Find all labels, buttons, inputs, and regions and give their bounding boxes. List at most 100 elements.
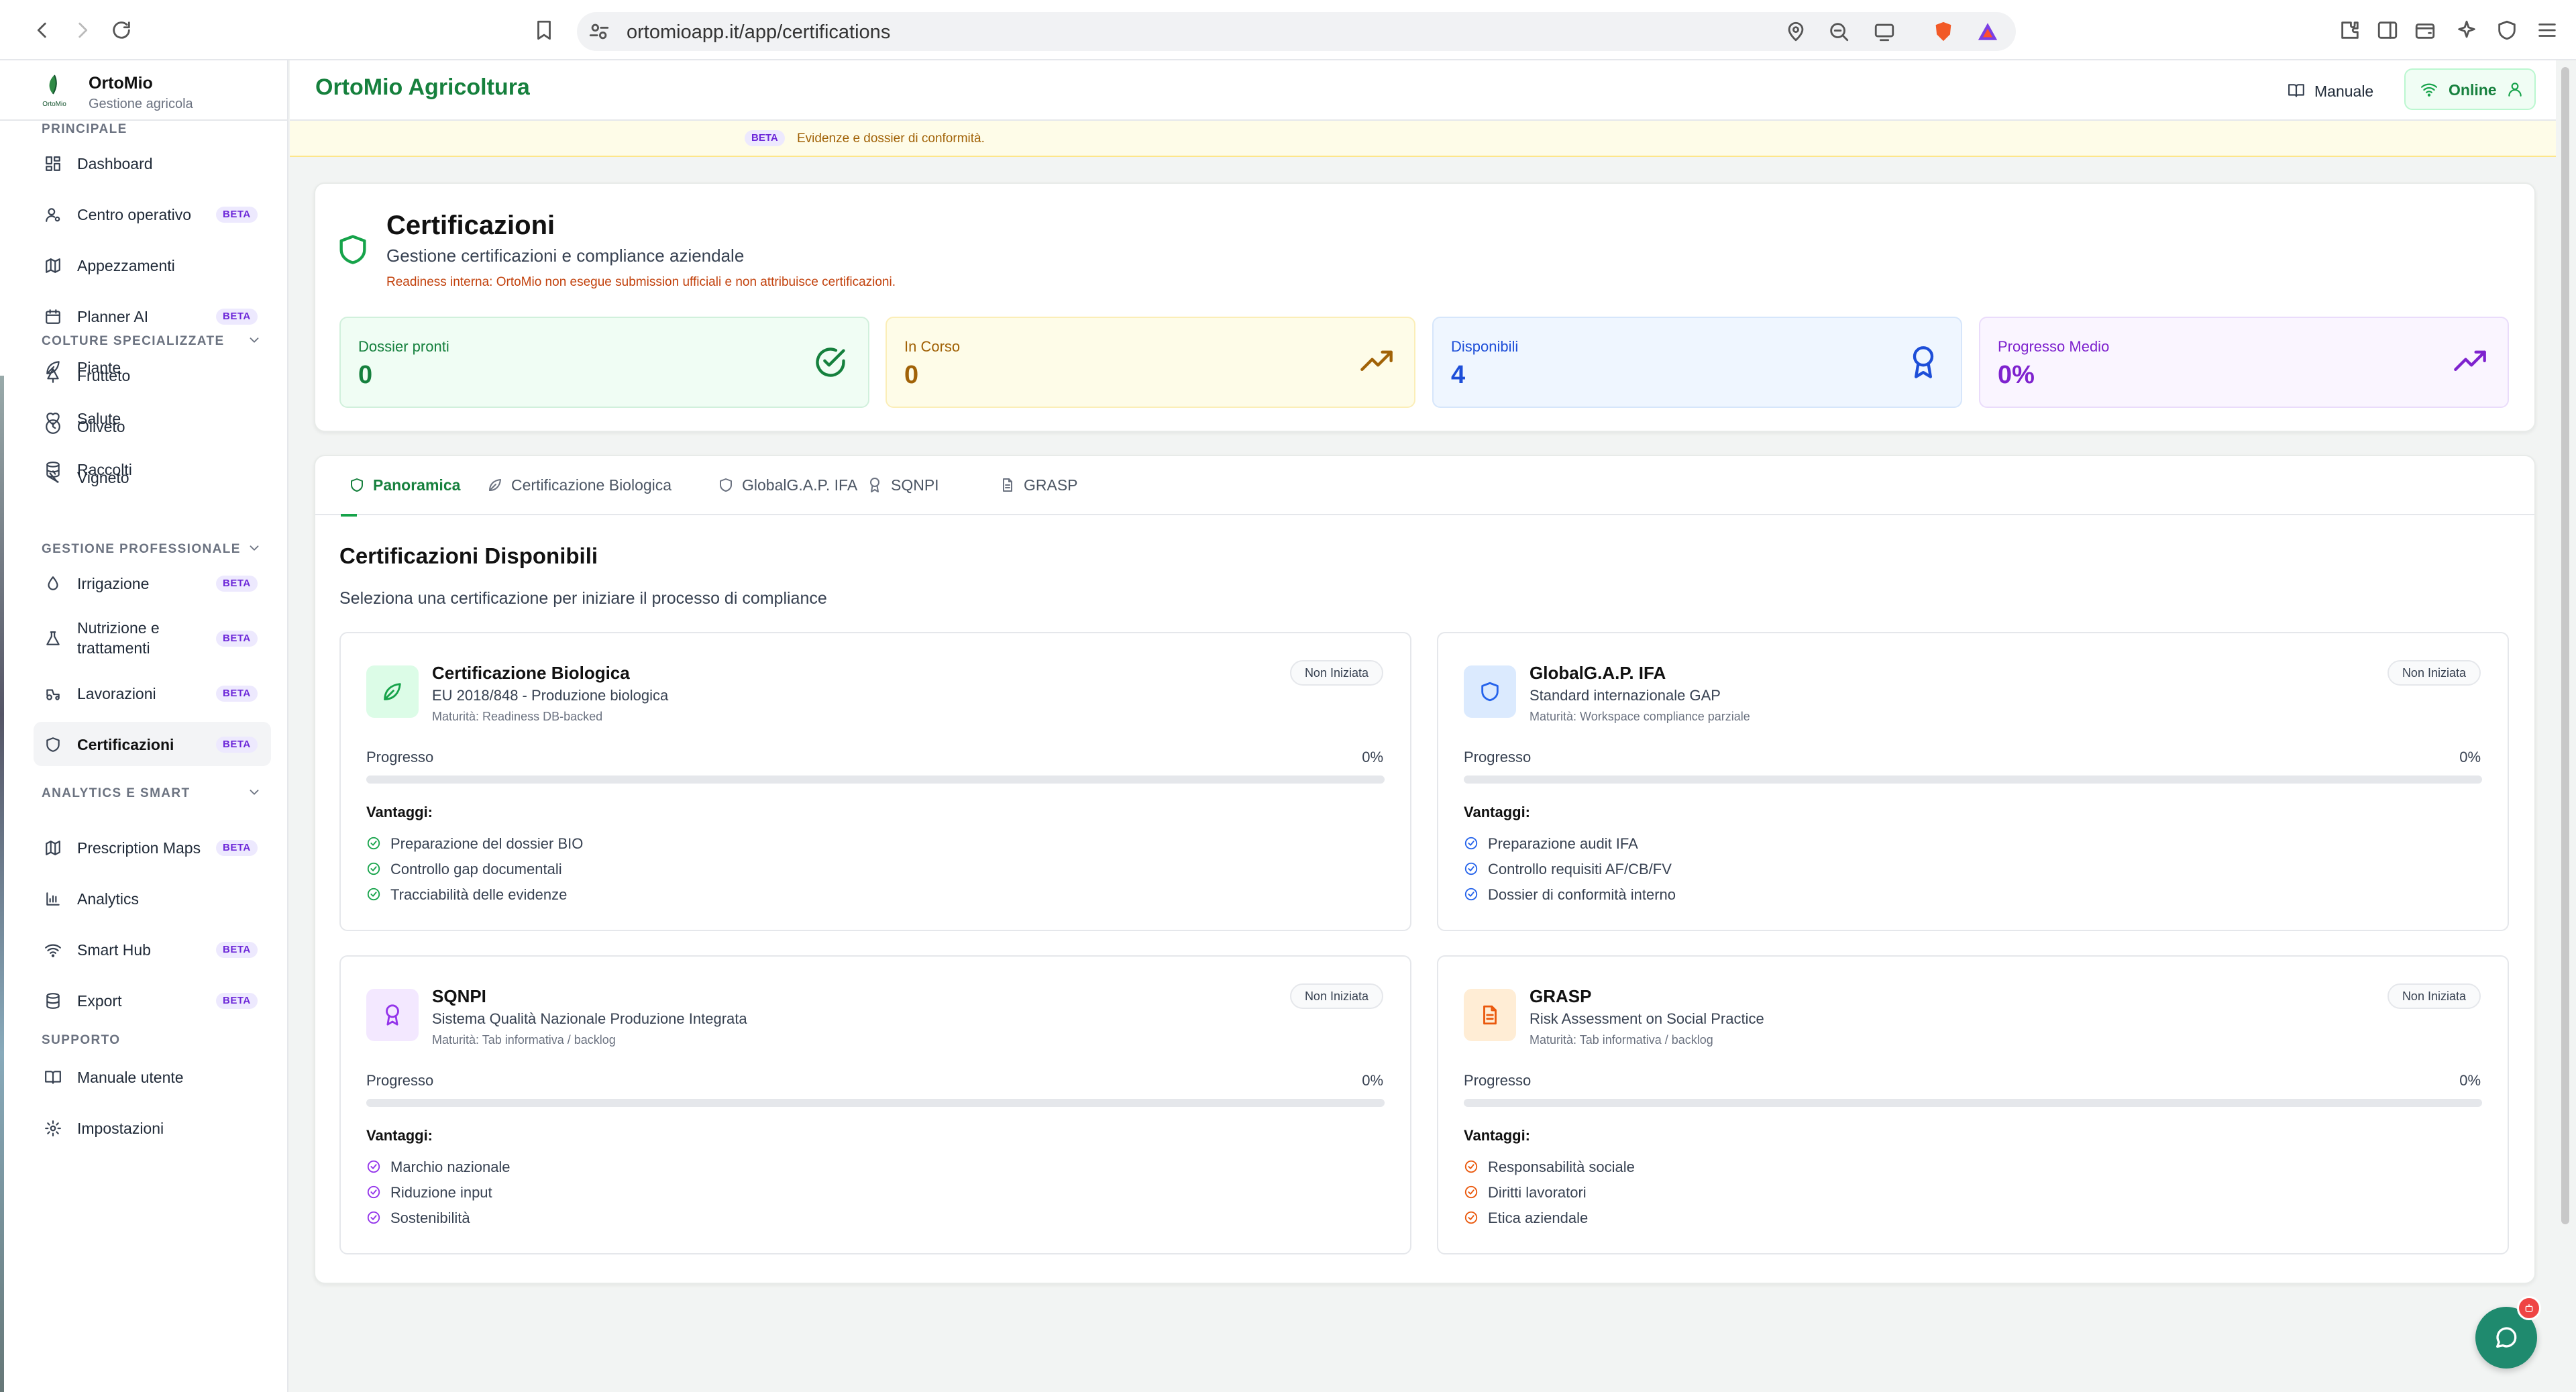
award-icon — [381, 1004, 404, 1026]
menu-icon[interactable] — [2536, 19, 2559, 42]
status-badge: Non Iniziata — [1289, 983, 1383, 1009]
sidebar-item-frutteto[interactable]: Frutteto — [34, 353, 271, 397]
user-cog-icon — [44, 206, 62, 223]
banner-text: Evidenze e dossier di conformità. — [797, 131, 985, 146]
check-circle-icon — [1464, 836, 1479, 851]
sidebar-item-export[interactable]: Export BETA — [34, 978, 271, 1022]
sidebar-toggle-icon[interactable] — [2376, 19, 2399, 42]
brand-subtitle: Gestione agricola — [89, 97, 193, 111]
sidebar-item-label: Irrigazione — [77, 575, 150, 592]
url-text[interactable]: ortomioapp.it/app/certifications — [627, 21, 890, 44]
sidebar-item-smart-hub[interactable]: Smart Hub BETA — [34, 927, 271, 971]
main-content: OrtoMio Agricoltura Manuale Online BETA … — [290, 60, 2556, 1392]
reload-icon[interactable] — [110, 19, 133, 42]
sidebar-section-title[interactable]: COLTURE SPECIALIZZATE — [42, 334, 225, 349]
tab-label: GlobalG.A.P. IFA — [742, 476, 858, 494]
certification-description: Sistema Qualità Nazionale Produzione Int… — [432, 1010, 747, 1027]
brand-name: OrtoMio — [89, 74, 153, 93]
chevron-down-icon[interactable] — [247, 541, 262, 555]
rewards-icon[interactable] — [1976, 20, 1999, 43]
file-icon — [1000, 477, 1016, 493]
check-circle-icon — [366, 836, 381, 851]
sidebar-item-certificazioni[interactable]: Certificazioni BETA — [34, 722, 271, 766]
sidebar-item-label: Nutrizione e trattamenti — [77, 619, 160, 657]
sidebar-section-title: SUPPORTO — [42, 1033, 121, 1047]
brand[interactable]: OrtoMio OrtoMio Gestione agricola — [0, 60, 287, 121]
sidebar-item-label: Lavorazioni — [77, 685, 156, 702]
tab-bar: Panoramica Certificazione Biologica Global… — [315, 456, 2534, 517]
page-scrollbar[interactable] — [2561, 67, 2569, 1224]
leo-ai-icon[interactable] — [2455, 19, 2478, 42]
section-title: Certificazioni Disponibili — [339, 543, 598, 568]
check-circle-icon — [366, 1210, 381, 1225]
certification-icon-box — [1464, 989, 1516, 1041]
vpn-icon[interactable] — [2496, 19, 2518, 42]
wallet-icon[interactable] — [2414, 19, 2436, 42]
advantage-label: Etica aziendale — [1488, 1210, 1589, 1226]
check-circle-icon — [366, 887, 381, 902]
zoom-icon[interactable] — [1827, 20, 1850, 43]
sidebar-item-analytics[interactable]: Analytics — [34, 876, 271, 920]
tree-icon — [44, 367, 62, 384]
advantage-label: Sostenibilità — [390, 1210, 470, 1226]
topbar: OrtoMio Agricoltura Manuale Online — [290, 60, 2556, 121]
shield-icon — [349, 477, 365, 493]
forward-icon[interactable] — [71, 19, 94, 42]
chat-notification-badge[interactable] — [2517, 1296, 2541, 1320]
manual-button[interactable]: Manuale — [2277, 74, 2384, 107]
sidebar-item-lavorazioni[interactable]: Lavorazioni BETA — [34, 671, 271, 715]
stat-card-disponibili: Disponibili 4 — [1432, 317, 1962, 408]
user-icon — [2506, 81, 2524, 98]
ortomio-logo-icon: OrtoMio — [39, 72, 70, 109]
location-icon[interactable] — [1784, 20, 1807, 43]
leaf-icon — [487, 477, 503, 493]
sidebar-section-title[interactable]: GESTIONE PROFESSIONALE — [42, 542, 241, 557]
sidebar-item-irrigazione[interactable]: Irrigazione BETA — [34, 561, 271, 605]
check-circle-icon — [366, 1185, 381, 1199]
page-subtitle: Gestione certificazioni e compliance azi… — [386, 246, 745, 266]
book-icon — [44, 1069, 62, 1086]
sidebar-item-planner-ai[interactable]: Planner AI BETA — [34, 294, 271, 338]
sidebar-item-manuale-utente[interactable]: Manuale utente — [34, 1055, 271, 1099]
leaf-icon — [381, 680, 404, 703]
sidebar-item-oliveto[interactable]: Oliveto — [34, 404, 271, 448]
flask-icon — [44, 630, 62, 647]
chevron-down-icon[interactable] — [247, 333, 262, 347]
sidebar-item-prescription-maps[interactable]: Prescription Maps BETA — [34, 825, 271, 869]
sidebar-item-centro-operativo[interactable]: Centro operativo BETA — [34, 192, 271, 236]
sidebar-item-label: Smart Hub — [77, 941, 151, 959]
cast-icon[interactable] — [1873, 20, 1896, 43]
certification-card[interactable]: SQNPI Sistema Qualità Nazionale Produzion… — [339, 955, 1411, 1254]
online-label: Online — [2449, 81, 2497, 99]
sidebar-item-appezzamenti[interactable]: Appezzamenti — [34, 243, 271, 287]
bookmark-icon[interactable] — [533, 19, 555, 42]
advantage-label: Marchio nazionale — [390, 1159, 511, 1175]
beta-badge: BETA — [216, 309, 258, 325]
status-badge: Non Iniziata — [1289, 660, 1383, 686]
certification-name: Certificazione Biologica — [432, 663, 630, 683]
online-status-button[interactable]: Online — [2404, 68, 2536, 110]
logo-wordmark: OrtoMio — [42, 101, 66, 108]
grid-icon — [44, 155, 62, 172]
sidebar-section-title[interactable]: ANALYTICS E SMART — [42, 786, 191, 801]
sidebar-item-nutrizione-e-trattamenti[interactable]: Nutrizione e trattamenti BETA — [34, 612, 271, 665]
check-circle-icon — [366, 861, 381, 876]
address-bar[interactable]: ortomioapp.it/app/certifications — [577, 12, 2016, 51]
brave-shield-icon[interactable] — [1932, 20, 1955, 43]
stat-value: 4 — [1451, 361, 1466, 389]
site-settings-icon[interactable] — [588, 20, 610, 43]
sidebar-item-label: Manuale utente — [77, 1069, 184, 1086]
stat-label: In Corso — [904, 338, 961, 355]
certification-card[interactable]: GlobalG.A.P. IFA Standard internazionale … — [1437, 632, 2509, 931]
sidebar-item-vigneto[interactable]: Vigneto — [34, 455, 271, 499]
certification-card[interactable]: Certificazione Biologica EU 2018/848 - Pr… — [339, 632, 1411, 931]
award-icon — [1906, 345, 1941, 380]
sidebar-item-impostazioni[interactable]: Impostazioni — [34, 1106, 271, 1150]
back-icon[interactable] — [31, 19, 54, 42]
certification-card[interactable]: GRASP Risk Assessment on Social Practice M… — [1437, 955, 2509, 1254]
sidebar-item-label: Planner AI — [77, 308, 149, 325]
chevron-down-icon[interactable] — [247, 785, 262, 800]
advantage-label: Preparazione del dossier BIO — [390, 835, 584, 852]
sidebar-item-dashboard[interactable]: Dashboard — [34, 141, 271, 185]
extensions-icon[interactable] — [2339, 19, 2361, 42]
